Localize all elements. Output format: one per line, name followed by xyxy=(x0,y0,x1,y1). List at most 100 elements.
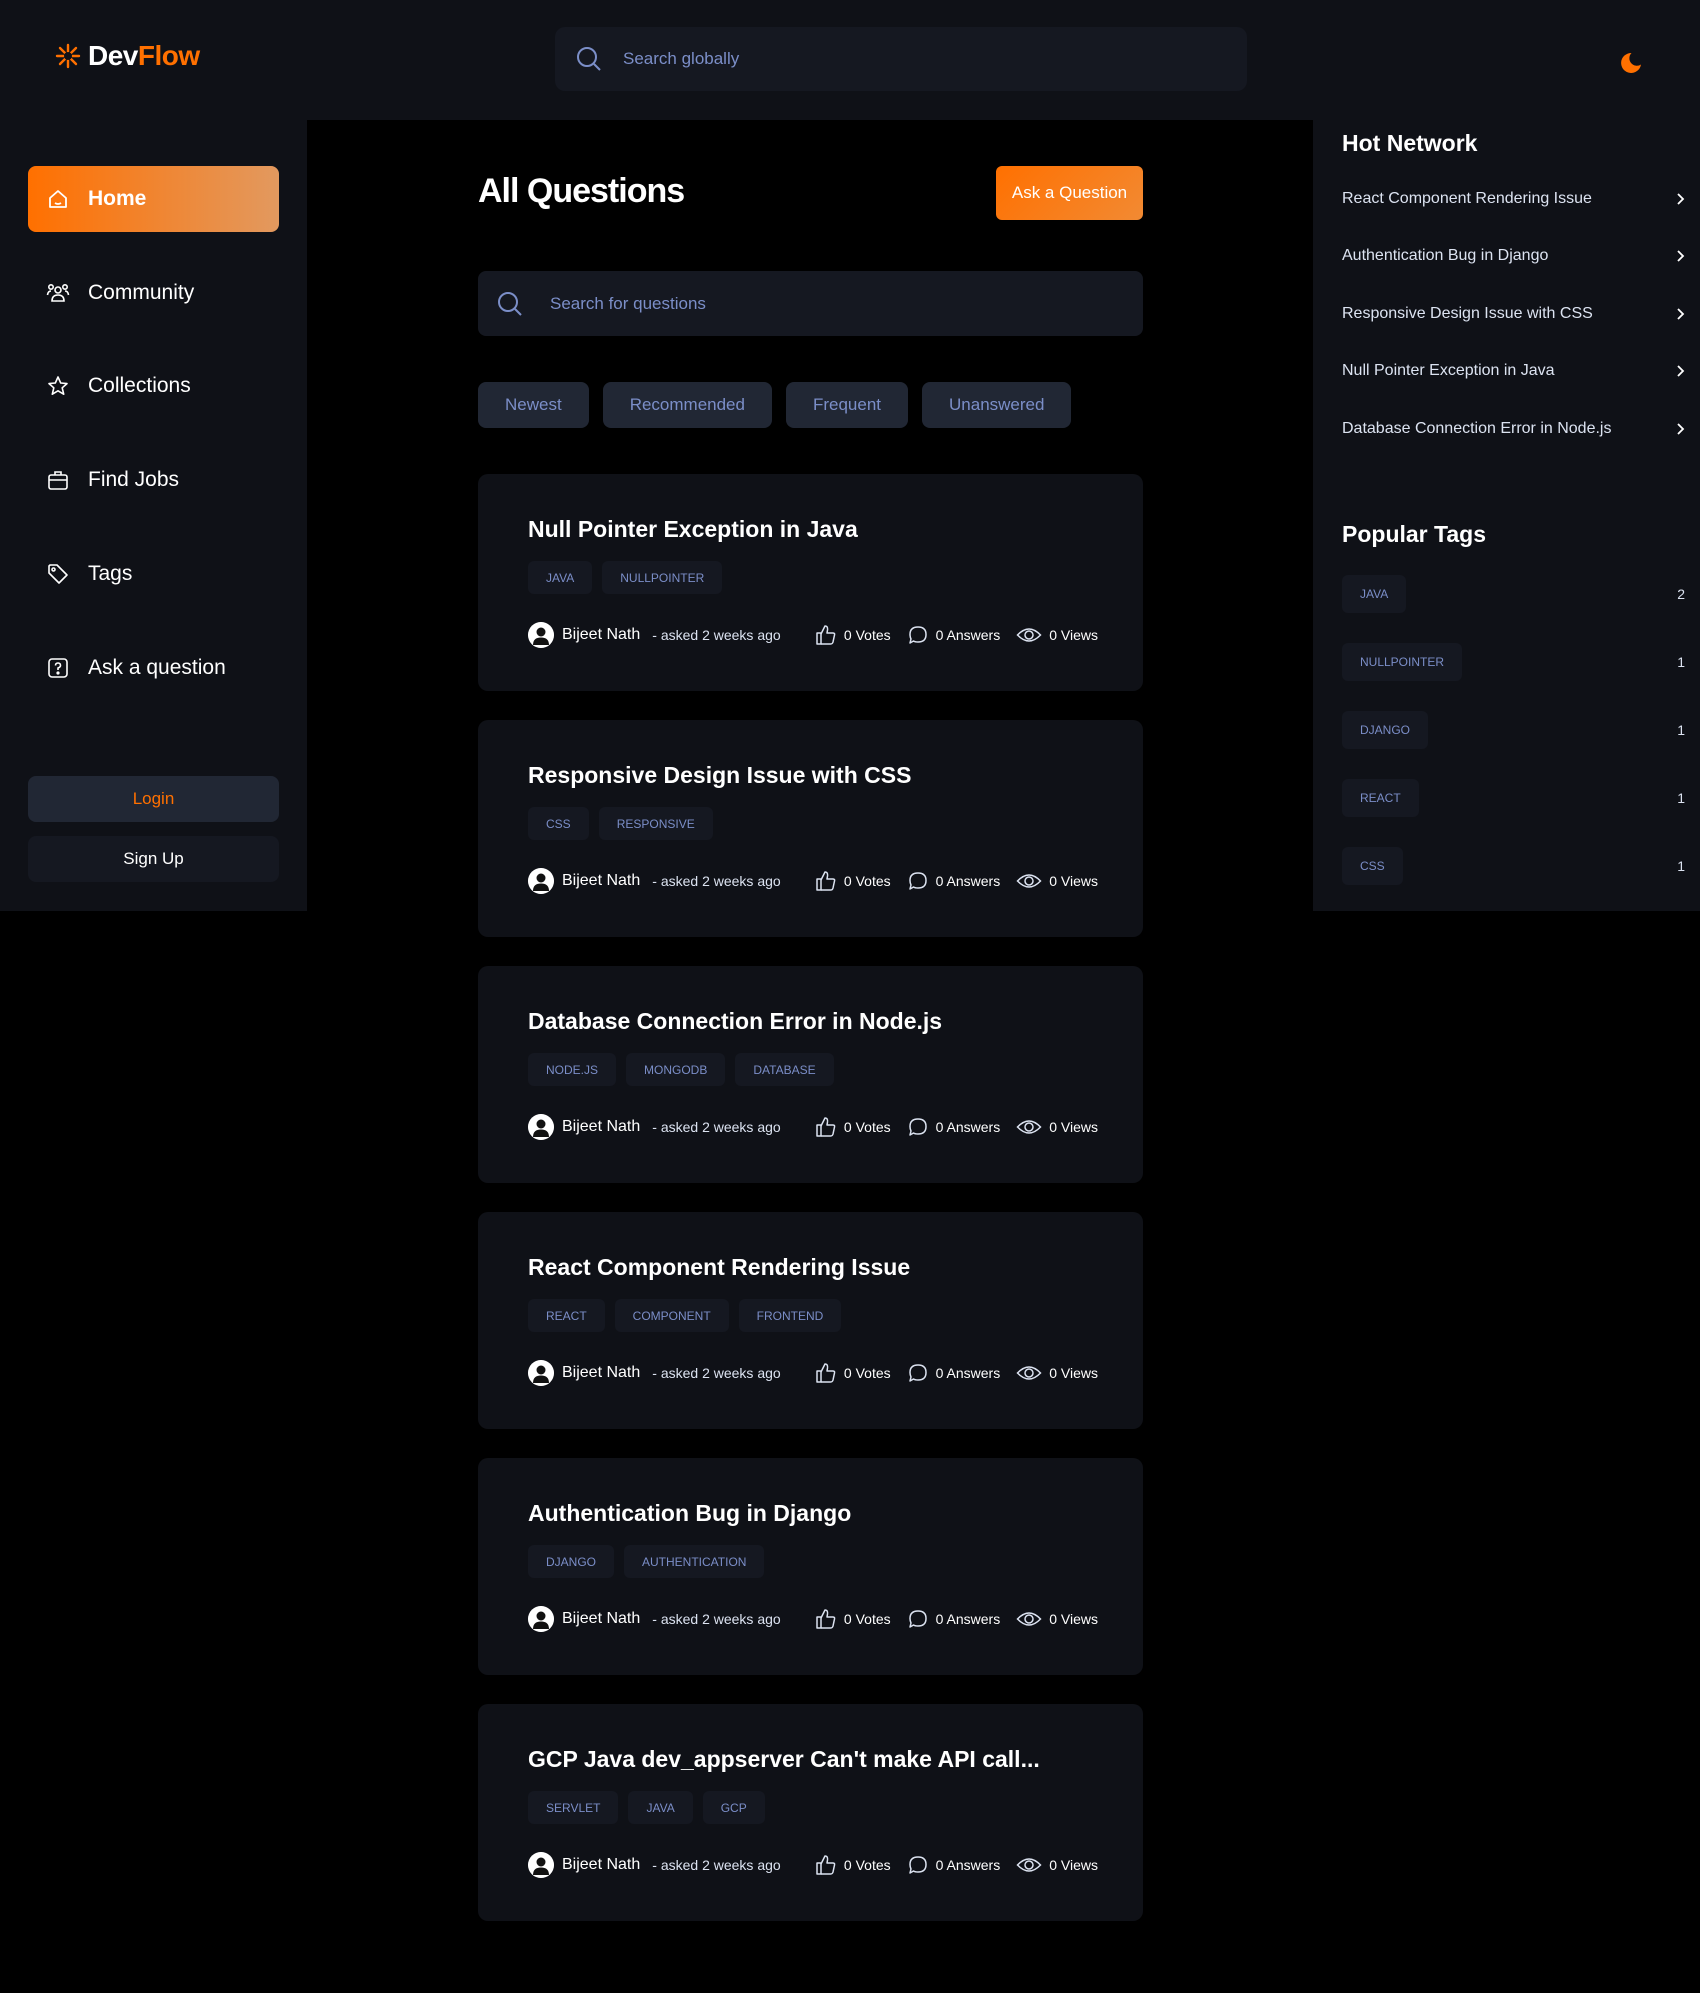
signup-button[interactable]: Sign Up xyxy=(28,836,279,882)
hot-network-item-label: Authentication Bug in Django xyxy=(1342,247,1549,264)
sidebar-item-community[interactable]: Community xyxy=(28,260,279,326)
votes-metric: 0 Votes xyxy=(815,1854,891,1876)
question-card[interactable]: GCP Java dev_appserver Can't make API ca… xyxy=(478,1704,1143,1921)
question-search[interactable] xyxy=(478,271,1143,336)
question-metrics: 0 Votes 0 Answers 0 Views xyxy=(815,870,1098,892)
question-search-input[interactable] xyxy=(550,293,1070,314)
asked-time: - asked 2 weeks ago xyxy=(652,1857,781,1873)
sidebar-item-find-jobs[interactable]: Find Jobs xyxy=(28,447,279,513)
question-tag[interactable]: CSS xyxy=(528,807,589,840)
question-title[interactable]: Responsive Design Issue with CSS xyxy=(528,762,911,789)
question-card[interactable]: Null Pointer Exception in Java JAVA NULLP… xyxy=(478,474,1143,691)
question-title[interactable]: GCP Java dev_appserver Can't make API ca… xyxy=(528,1746,1040,1773)
global-search-input[interactable] xyxy=(623,49,1183,69)
hot-network-item[interactable]: Authentication Bug in Django xyxy=(1342,242,1687,270)
votes-count: 0 Votes xyxy=(843,1119,891,1135)
user-icon xyxy=(528,1114,554,1140)
sidebar-item-ask-question[interactable]: Ask a question xyxy=(28,635,279,701)
question-tag[interactable]: RESPONSIVE xyxy=(598,807,713,840)
author-name: Bijeet Nath xyxy=(562,1118,641,1135)
eye-icon xyxy=(1016,1366,1042,1380)
sidebar-item-collections[interactable]: Collections xyxy=(28,353,279,419)
question-tag[interactable]: GCP xyxy=(702,1791,765,1824)
sidebar-item-home[interactable]: Home xyxy=(28,166,279,232)
sidebar-item-label: Find Jobs xyxy=(88,468,180,491)
question-author[interactable]: Bijeet Nath - asked 2 weeks ago xyxy=(528,868,781,894)
theme-toggle[interactable] xyxy=(1616,46,1648,78)
popular-tag-count: 1 xyxy=(1677,654,1685,670)
question-title[interactable]: Authentication Bug in Django xyxy=(528,1500,851,1527)
user-icon xyxy=(528,868,554,894)
question-tag[interactable]: AUTHENTICATION xyxy=(624,1545,765,1578)
question-tag[interactable]: JAVA xyxy=(628,1791,693,1824)
logo[interactable]: DevFlow xyxy=(52,40,200,72)
filter-unanswered[interactable]: Unanswered xyxy=(922,382,1072,428)
sidebar-item-tags[interactable]: Tags xyxy=(28,541,279,607)
filter-recommended[interactable]: Recommended xyxy=(602,382,772,428)
question-tag[interactable]: JAVA xyxy=(528,561,593,594)
views-metric: 0 Views xyxy=(1016,624,1098,646)
votes-metric: 0 Votes xyxy=(815,1362,891,1384)
question-author[interactable]: Bijeet Nath - asked 2 weeks ago xyxy=(528,622,781,648)
popular-tag[interactable]: NULLPOINTER xyxy=(1342,643,1463,681)
question-card[interactable]: React Component Rendering Issue REACT COM… xyxy=(478,1212,1143,1429)
question-tag[interactable]: FRONTEND xyxy=(738,1299,842,1332)
right-sidebar: Hot Network React Component Rendering Is… xyxy=(1313,120,1700,911)
question-title[interactable]: Null Pointer Exception in Java xyxy=(528,516,858,543)
popular-tags-heading: Popular Tags xyxy=(1342,521,1486,547)
logo-text-flow: Flow xyxy=(137,40,200,71)
popular-tag-row: REACT 1 xyxy=(1342,779,1687,817)
popular-tag-count: 1 xyxy=(1677,858,1685,874)
question-card[interactable]: Database Connection Error in Node.js NOD… xyxy=(478,966,1143,1183)
question-meta: Bijeet Nath - asked 2 weeks ago 0 Votes xyxy=(528,1604,1098,1634)
question-tags: SERVLET JAVA GCP xyxy=(528,1791,765,1824)
hot-network-item[interactable]: React Component Rendering Issue xyxy=(1342,185,1687,213)
question-author[interactable]: Bijeet Nath - asked 2 weeks ago xyxy=(528,1360,781,1386)
hot-network-item[interactable]: Null Pointer Exception in Java xyxy=(1342,357,1687,385)
answers-metric: 0 Answers xyxy=(907,1608,1000,1630)
hot-network-item[interactable]: Responsive Design Issue with CSS xyxy=(1342,300,1687,328)
question-card[interactable]: Authentication Bug in Django DJANGO AUTHE… xyxy=(478,1458,1143,1675)
question-title[interactable]: React Component Rendering Issue xyxy=(528,1254,910,1281)
question-tag[interactable]: DATABASE xyxy=(735,1053,834,1086)
question-tag[interactable]: NULLPOINTER xyxy=(602,561,723,594)
question-tag[interactable]: NODE.JS xyxy=(528,1053,617,1086)
hot-network-heading: Hot Network xyxy=(1342,130,1478,156)
ask-question-button[interactable]: Ask a Question xyxy=(996,166,1143,220)
popular-tag-row: JAVA 2 xyxy=(1342,575,1687,613)
question-title[interactable]: Database Connection Error in Node.js xyxy=(528,1008,942,1035)
search-icon xyxy=(577,47,601,71)
popular-tag[interactable]: JAVA xyxy=(1342,575,1407,613)
question-author[interactable]: Bijeet Nath - asked 2 weeks ago xyxy=(528,1114,781,1140)
popular-tag[interactable]: DJANGO xyxy=(1342,711,1429,749)
page-title: All Questions xyxy=(478,172,685,210)
question-author[interactable]: Bijeet Nath - asked 2 weeks ago xyxy=(528,1852,781,1878)
popular-tag[interactable]: REACT xyxy=(1342,779,1419,817)
popular-tag-count: 2 xyxy=(1677,586,1685,602)
question-metrics: 0 Votes 0 Answers 0 Views xyxy=(815,1116,1098,1138)
question-card[interactable]: Responsive Design Issue with CSS CSS RESP… xyxy=(478,720,1143,937)
filter-newest[interactable]: Newest xyxy=(478,382,589,428)
user-icon xyxy=(528,1606,554,1632)
answers-metric: 0 Answers xyxy=(907,1362,1000,1384)
question-meta: Bijeet Nath - asked 2 weeks ago 0 Votes xyxy=(528,1850,1098,1880)
question-tag[interactable]: REACT xyxy=(528,1299,605,1332)
question-tag[interactable]: MONGODB xyxy=(626,1053,726,1086)
global-search[interactable] xyxy=(555,27,1247,91)
views-metric: 0 Views xyxy=(1016,870,1098,892)
question-metrics: 0 Votes 0 Answers 0 Views xyxy=(815,1608,1098,1630)
login-button[interactable]: Login xyxy=(28,776,279,822)
question-tag[interactable]: SERVLET xyxy=(528,1791,619,1824)
star-icon xyxy=(46,374,70,398)
hot-network-item[interactable]: Database Connection Error in Node.js xyxy=(1342,415,1687,443)
answers-metric: 0 Answers xyxy=(907,624,1001,646)
answers-count: 0 Answers xyxy=(935,627,1001,643)
filter-frequent[interactable]: Frequent xyxy=(785,382,909,428)
views-metric: 0 Views xyxy=(1016,1608,1098,1630)
logo-text: DevFlow xyxy=(88,40,200,72)
question-author[interactable]: Bijeet Nath - asked 2 weeks ago xyxy=(528,1606,781,1632)
chevron-right-icon xyxy=(1677,193,1685,205)
question-tag[interactable]: DJANGO xyxy=(528,1545,615,1578)
question-tag[interactable]: COMPONENT xyxy=(614,1299,729,1332)
popular-tag[interactable]: CSS xyxy=(1342,847,1403,885)
